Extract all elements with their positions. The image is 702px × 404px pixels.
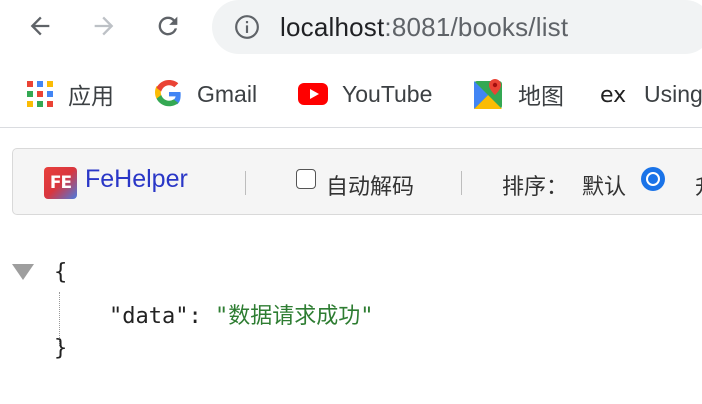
bookmark-label: 应用 [68,83,114,109]
maps-icon [474,79,502,109]
auto-decode-label[interactable]: 自动解码 [326,169,414,201]
bookmark-label: Using [644,80,702,107]
json-open-brace: { [54,260,68,285]
arrow-left-icon [30,16,50,36]
bookmark-gmail[interactable]: Gmail [155,70,257,118]
url-host: localhost [280,12,385,42]
bookmark-maps[interactable]: 地图 [474,70,564,118]
sort-default-label[interactable]: 默认 [582,169,626,201]
sort-label: 排序： [502,174,569,199]
ex-icon: ex [600,83,626,106]
svg-text:ex: ex [600,83,626,106]
youtube-icon [298,83,328,105]
forward-button[interactable] [86,8,122,44]
back-button[interactable] [22,8,58,44]
toolbar-separator [245,171,246,195]
sort-default-radio[interactable] [641,167,665,191]
auto-decode-checkbox[interactable] [296,169,316,189]
fehelper-logo-icon: FE [44,167,77,199]
arrow-right-icon [94,16,114,36]
bookmarks-bar: 应用 Gmail YouTube 地图 ex Using [0,70,702,118]
fehelper-toolbar: FE FeHelper 自动解码 排序： 默认 升 [12,148,702,215]
reload-icon [158,16,178,36]
url-text[interactable]: localhost:8081/books/list [280,10,568,44]
bookmark-label: Gmail [197,80,258,107]
bookmark-using[interactable]: ex Using [600,70,702,118]
collapse-toggle-icon[interactable] [12,264,34,280]
bookmark-label: 地图 [518,83,564,109]
json-property: "data": "数据请求成功" [109,298,373,330]
json-colon: : [188,304,202,329]
toolbar-separator [461,171,462,195]
bookmark-apps[interactable]: 应用 [26,70,114,118]
address-bar[interactable]: localhost:8081/books/list [212,0,702,54]
bookmark-label: YouTube [342,80,433,107]
reload-button[interactable] [150,8,186,44]
google-g-icon [155,80,181,107]
sort-next-option-label[interactable]: 升 [695,169,702,201]
json-close-brace: } [54,336,68,361]
toolbar-divider [0,127,702,128]
info-icon[interactable] [234,14,260,40]
apps-grid-icon [27,81,53,107]
json-value: "数据请求成功" [214,304,374,329]
json-key: "data" [109,304,189,329]
url-path: :8081/books/list [384,12,569,42]
bookmark-youtube[interactable]: YouTube [298,70,432,118]
json-viewer: { "data": "数据请求成功" } [0,250,702,404]
browser-toolbar: localhost:8081/books/list [0,0,702,55]
fehelper-title[interactable]: FeHelper [85,165,188,194]
